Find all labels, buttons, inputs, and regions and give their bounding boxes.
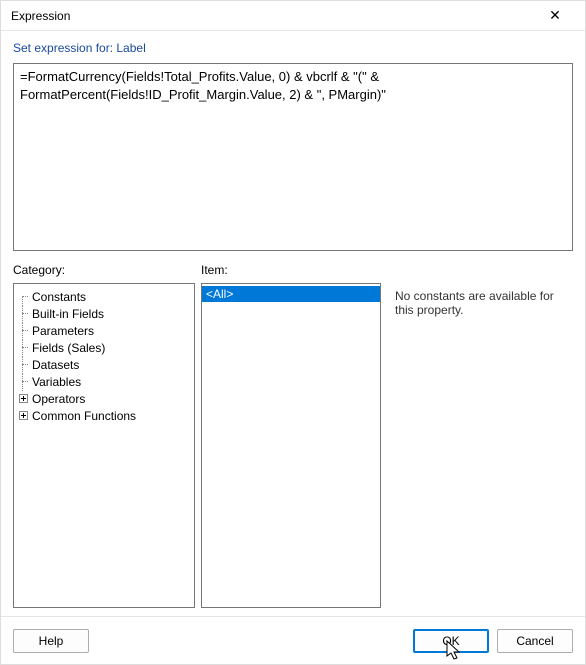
category-tree-item[interactable]: Fields (Sales)	[16, 339, 192, 356]
category-tree-item[interactable]: Built-in Fields	[16, 305, 192, 322]
item-label: Item:	[201, 263, 387, 277]
category-tree[interactable]: Constants Built-in Fields Parameters Fields…	[13, 283, 195, 608]
set-expression-for-label: Set expression for: Label	[13, 41, 573, 55]
description-column: No constants are available for this prop…	[387, 283, 573, 608]
category-label: Category:	[13, 263, 201, 277]
expression-dialog: Expression ✕ Set expression for: Label =…	[0, 0, 586, 665]
columns: Constants Built-in Fields Parameters Fields…	[13, 283, 573, 608]
item-list[interactable]: <All>	[201, 283, 381, 608]
expand-icon[interactable]	[16, 409, 30, 423]
footer: Help OK Cancel	[1, 616, 585, 664]
tree-connector-icon	[16, 358, 30, 372]
tree-connector-icon	[16, 375, 30, 389]
expression-input[interactable]: =FormatCurrency(Fields!Total_Profits.Val…	[13, 63, 573, 251]
item-column: <All>	[201, 283, 381, 608]
category-tree-item[interactable]: Datasets	[16, 356, 192, 373]
category-tree-item-label: Fields (Sales)	[32, 341, 105, 355]
tree-connector-icon	[16, 307, 30, 321]
expand-icon[interactable]	[16, 392, 30, 406]
category-tree-item[interactable]: Parameters	[16, 322, 192, 339]
columns-header: Category: Item:	[13, 263, 573, 277]
category-tree-item-label: Operators	[32, 392, 85, 406]
category-tree-item-label: Constants	[32, 290, 86, 304]
close-button[interactable]: ✕	[535, 2, 575, 30]
help-button[interactable]: Help	[13, 629, 89, 653]
ok-button[interactable]: OK	[413, 629, 489, 653]
tree-connector-icon	[16, 324, 30, 338]
category-column: Constants Built-in Fields Parameters Fields…	[13, 283, 195, 608]
tree-connector-icon	[16, 290, 30, 304]
close-icon: ✕	[549, 7, 561, 24]
item-list-item-label: <All>	[206, 287, 233, 301]
category-tree-item[interactable]: Variables	[16, 373, 192, 390]
category-tree-item[interactable]: Constants	[16, 288, 192, 305]
content-area: Set expression for: Label =FormatCurrenc…	[1, 31, 585, 616]
window-title: Expression	[11, 9, 70, 23]
category-tree-item-label: Common Functions	[32, 409, 136, 423]
category-tree-item[interactable]: Operators	[16, 390, 192, 407]
item-list-item[interactable]: <All>	[202, 286, 380, 302]
titlebar: Expression ✕	[1, 1, 585, 31]
description-text: No constants are available for this prop…	[387, 283, 573, 608]
cancel-button[interactable]: Cancel	[497, 629, 573, 653]
category-tree-item-label: Variables	[32, 375, 81, 389]
category-tree-item-label: Parameters	[32, 324, 94, 338]
category-tree-item-label: Built-in Fields	[32, 307, 104, 321]
category-tree-item[interactable]: Common Functions	[16, 407, 192, 424]
category-tree-item-label: Datasets	[32, 358, 79, 372]
tree-connector-icon	[16, 341, 30, 355]
